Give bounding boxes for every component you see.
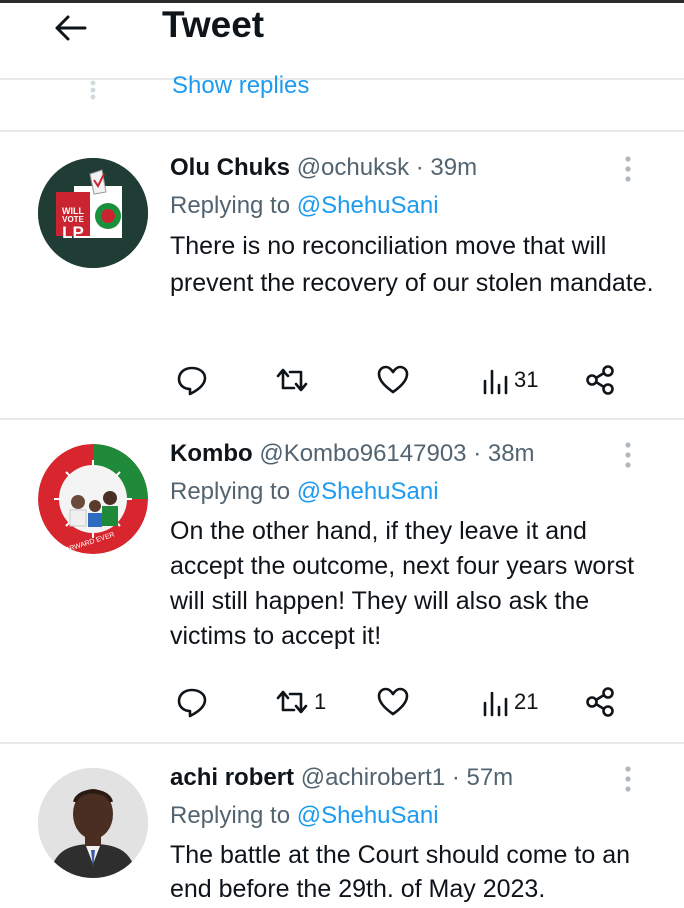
divider [0,742,684,744]
comment-icon [177,366,207,396]
heart-icon [377,687,409,716]
heart-icon [377,365,409,394]
tweet[interactable]: FORWARD EVER Kombo @Kombo96147903 · 38m … [0,440,684,730]
views-button[interactable]: 21 [480,682,538,722]
replying-prefix: Replying to [170,192,291,219]
header: Tweet [0,0,684,60]
tweet-time[interactable]: · 38m [473,440,534,467]
arrow-left-icon [55,15,87,41]
author-name[interactable]: Olu Chuks [170,154,290,181]
share-icon [586,687,614,717]
replying-to: Replying to @ShehuSani [170,192,439,220]
author-handle[interactable]: @Kombo96147903 [259,440,466,467]
tweet-header: Olu Chuks @ochuksk · 39m [170,154,477,182]
retweet-icon [276,690,308,714]
back-button[interactable] [46,6,96,50]
author-name[interactable]: Kombo [170,440,253,467]
views-count: 21 [514,689,539,714]
author-name[interactable]: achi robert [170,764,294,791]
replying-to: Replying to @ShehuSani [170,478,439,506]
divider [0,418,684,420]
avatar[interactable] [38,768,148,878]
more-options-button[interactable] [618,764,638,794]
tweet-time[interactable]: · 57m [452,764,513,791]
replying-prefix: Replying to [170,802,291,829]
tweet-text: There is no reconciliation move that wil… [170,232,654,297]
tweet-text: On the other hand, if they leave it and … [170,517,635,650]
author-handle[interactable]: @achirobert1 [301,764,445,791]
share-button[interactable] [584,360,616,400]
replying-to: Replying to @ShehuSani [170,802,439,830]
replying-prefix: Replying to [170,478,291,505]
action-bar: 31 [170,360,630,400]
reply-button[interactable] [176,682,208,722]
mention-link[interactable]: @ShehuSani [297,478,439,505]
like-button[interactable] [376,682,410,722]
views-button[interactable]: 31 [480,360,538,400]
author-handle[interactable]: @ochuksk [297,154,409,181]
avatar[interactable]: WILL VOTE LP [38,158,148,268]
analytics-icon [483,691,508,717]
tweet[interactable]: achi robert @achirobert1 · 57m Replying … [0,764,684,908]
thread-line [90,80,96,105]
tweet-text: The battle at the Court should come to a… [170,841,630,903]
retweet-icon [276,368,308,392]
more-vertical-icon [625,766,631,792]
more-vertical-icon [625,442,631,468]
tweet[interactable]: WILL VOTE LP Olu Chuks @ochuksk · 39m Re… [0,154,684,416]
status-divider [0,0,684,3]
share-button[interactable] [584,682,616,722]
retweet-button[interactable] [274,360,314,400]
analytics-icon [483,369,508,395]
share-icon [586,365,614,395]
tweet-header: achi robert @achirobert1 · 57m [170,764,513,792]
reply-button[interactable] [176,360,208,400]
more-options-button[interactable] [618,440,638,470]
comment-icon [177,688,207,718]
page-title: Tweet [162,4,265,45]
more-vertical-icon [625,156,631,182]
views-count: 31 [514,367,539,392]
more-options-button[interactable] [618,154,638,184]
divider [0,78,684,80]
action-bar: 1 21 [170,682,630,722]
retweet-button[interactable]: 1 [274,682,326,722]
divider [0,130,684,132]
retweet-count: 1 [314,689,327,714]
tweet-header: Kombo @Kombo96147903 · 38m [170,440,535,468]
mention-link[interactable]: @ShehuSani [297,192,439,219]
mention-link[interactable]: @ShehuSani [297,802,439,829]
show-replies-link[interactable]: Show replies [172,72,309,100]
tweet-time[interactable]: · 39m [416,154,477,181]
avatar[interactable]: FORWARD EVER [38,444,148,554]
svg-text:LP: LP [62,223,84,242]
like-button[interactable] [376,360,410,400]
